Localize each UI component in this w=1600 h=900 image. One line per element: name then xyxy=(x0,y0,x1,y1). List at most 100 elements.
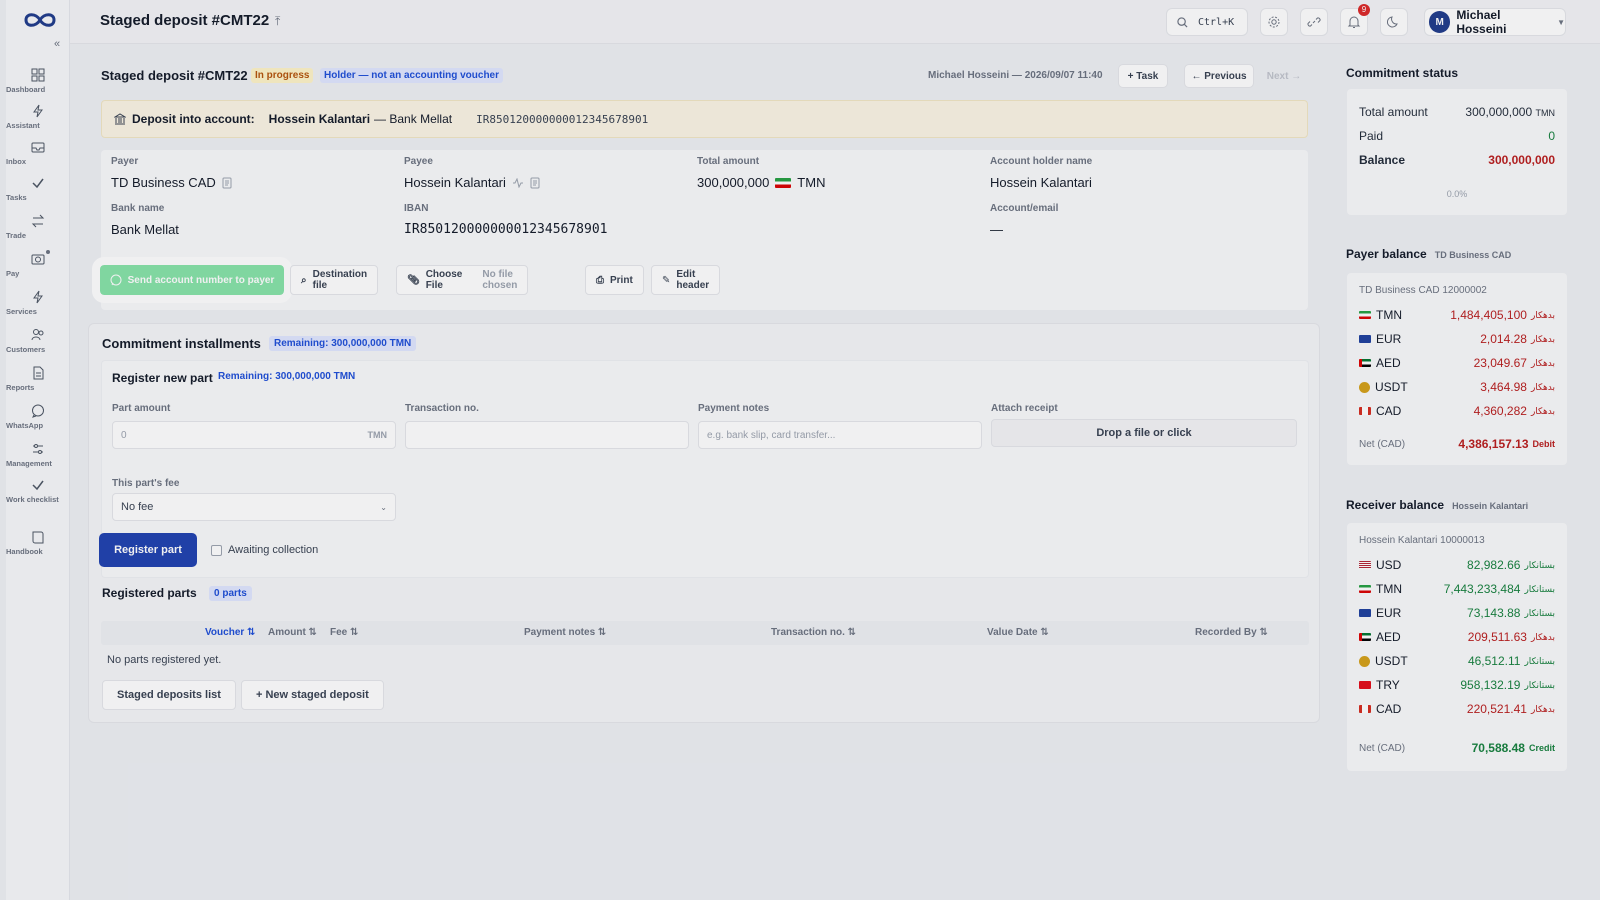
cad-flag-icon xyxy=(1359,407,1371,415)
theme-toggle-button[interactable] xyxy=(1380,8,1408,36)
balance-type: بدهکار xyxy=(1530,703,1555,714)
part-amount-input[interactable]: 0 TMN xyxy=(112,421,396,449)
balance-amount: 2,014.28 xyxy=(1480,332,1527,346)
nav-reports[interactable]: Reports xyxy=(6,366,70,392)
payer-balance-title: Payer balance TD Business CAD xyxy=(1346,247,1511,261)
net-value: 70,588.48 xyxy=(1471,741,1525,755)
col-amount[interactable]: Amount ⇅ xyxy=(268,627,317,638)
logo-icon[interactable] xyxy=(22,10,58,30)
activity-icon[interactable] xyxy=(512,177,524,188)
next-button[interactable]: Next → xyxy=(1260,64,1308,88)
nav-assistant[interactable]: Assistant xyxy=(6,104,70,130)
balance-row: AED 209,511.63 بدهکار xyxy=(1359,629,1555,645)
balance-type: بستانکار xyxy=(1524,583,1555,594)
edit-header-button[interactable]: ✎ Edit header xyxy=(651,265,721,295)
user-menu-button[interactable]: M Michael Hosseini ▼ xyxy=(1424,8,1566,36)
nav-label: Customers xyxy=(6,345,46,354)
new-staged-deposit-button[interactable]: + New staged deposit xyxy=(241,680,384,710)
status-badge: In progress xyxy=(251,68,314,83)
iban-label: IBAN xyxy=(404,203,429,214)
nav-tasks[interactable]: Tasks xyxy=(6,176,70,202)
nav-whatsapp[interactable]: WhatsApp xyxy=(6,404,70,430)
inbox-icon xyxy=(31,142,45,153)
total-unit: TMN xyxy=(1535,108,1556,118)
chevron-down-icon: ▼ xyxy=(1557,17,1565,27)
nav-label: Services xyxy=(6,307,37,316)
settings-button[interactable] xyxy=(1260,8,1288,36)
nav-label: Dashboard xyxy=(6,85,46,94)
balance-row: TMN 7,443,233,484 بستانکار xyxy=(1359,581,1555,597)
col-transaction-no[interactable]: Transaction no. ⇅ xyxy=(771,627,856,638)
parts-table-header: Voucher ⇅ Amount ⇅ Fee ⇅ Payment notes ⇅… xyxy=(101,621,1309,645)
nav-management[interactable]: Management xyxy=(6,442,70,468)
nav-dashboard[interactable]: Dashboard xyxy=(6,68,70,94)
check-icon xyxy=(32,178,44,189)
receipt-dropzone[interactable]: Drop a file or click xyxy=(991,419,1297,447)
paid-percent: 0.0% xyxy=(1446,189,1468,199)
commitment-status-title: Commitment status xyxy=(1346,66,1459,80)
copy-icon[interactable] xyxy=(530,177,541,189)
nav-label: Inbox xyxy=(6,157,26,166)
eur-flag-icon xyxy=(1359,335,1371,343)
register-part-button[interactable]: Register part xyxy=(99,533,197,567)
file-picker[interactable]: 📎︎ Choose File No file chosen xyxy=(396,265,529,295)
previous-button[interactable]: ← Previous xyxy=(1184,64,1254,88)
awaiting-collection-checkbox[interactable]: Awaiting collection xyxy=(211,544,318,556)
usd-flag-icon xyxy=(1359,561,1371,569)
nav-work-checklist[interactable]: Work checklist xyxy=(6,478,70,504)
nav-customers[interactable]: Customers xyxy=(6,328,70,354)
balance-row: USDT 46,512.11 بستانکار xyxy=(1359,653,1555,669)
col-fee[interactable]: Fee ⇅ xyxy=(330,627,358,638)
staged-deposits-list-button[interactable]: Staged deposits list xyxy=(102,680,236,710)
balance-row: EUR 73,143.88 بستانکار xyxy=(1359,605,1555,621)
col-payment-notes[interactable]: Payment notes ⇅ xyxy=(524,627,606,638)
nav-services[interactable]: Services xyxy=(6,290,70,316)
destination-label: Destination file xyxy=(312,269,368,291)
payment-notes-input[interactable]: e.g. bank slip, card transfer... xyxy=(698,421,982,449)
search-button[interactable]: Ctrl+K xyxy=(1166,8,1248,36)
transaction-no-input[interactable] xyxy=(405,421,689,449)
pin-icon[interactable]: ⤒ xyxy=(275,14,280,29)
add-task-button[interactable]: + Task xyxy=(1118,64,1168,88)
link-button[interactable] xyxy=(1300,8,1328,36)
part-amount-placeholder: 0 xyxy=(121,429,127,441)
send-account-number-button[interactable]: Send account number to payer xyxy=(92,257,292,303)
notifications-button[interactable]: 9 xyxy=(1340,4,1370,36)
print-button[interactable]: ⎙ Print xyxy=(585,265,644,295)
try-flag-icon xyxy=(1359,681,1371,689)
nav-handbook[interactable]: Handbook xyxy=(6,530,70,556)
balance-row: USD 82,982.66 بستانکار xyxy=(1359,557,1555,573)
balance-amount: 220,521.41 xyxy=(1466,702,1527,716)
deposit-account-name: Hossein Kalantari xyxy=(268,112,371,126)
nav-trade[interactable]: Trade xyxy=(6,214,70,240)
col-recorded-by[interactable]: Recorded By ⇅ xyxy=(1195,627,1268,638)
col-voucher[interactable]: Voucher ⇅ xyxy=(205,627,255,638)
file-icon xyxy=(33,366,44,380)
register-title: Register new part xyxy=(112,371,213,385)
no-file-label: No file chosen xyxy=(482,269,518,291)
balance-type: بستانکار xyxy=(1524,559,1555,570)
nav-pay[interactable]: Pay xyxy=(6,250,70,278)
part-amount-label: Part amount xyxy=(112,403,171,414)
checkbox[interactable] xyxy=(211,544,222,556)
iban-value: IR850120000000012345678901 xyxy=(404,222,608,237)
balance-row: TMN 1,484,405,100 بدهکار xyxy=(1359,307,1555,323)
nav-label: Reports xyxy=(6,383,35,392)
receiver-balance-panel: Hossein Kalantari 10000013 USD 82,982.66 ب… xyxy=(1346,522,1568,772)
currency-code: USDT xyxy=(1375,380,1408,394)
copy-icon[interactable] xyxy=(222,177,233,189)
collapse-sidebar-icon[interactable]: « xyxy=(54,38,60,50)
nav-inbox[interactable]: Inbox xyxy=(6,140,70,166)
col-value-date[interactable]: Value Date ⇅ xyxy=(987,627,1049,638)
search-icon xyxy=(1177,16,1188,28)
balance-type: بدهکار xyxy=(1530,357,1555,368)
balance-type: بستانکار xyxy=(1524,655,1555,666)
holder-badge: Holder — not an accounting voucher xyxy=(320,68,504,83)
destination-file-button[interactable]: ⌕ Destination file xyxy=(290,265,379,295)
fee-select[interactable]: No fee ⌄ xyxy=(112,493,396,521)
paperclip-icon: 📎︎ xyxy=(407,274,420,286)
balance-amount: 82,982.66 xyxy=(1467,558,1521,572)
edit-header-label: Edit header xyxy=(676,269,710,291)
payment-notes-placeholder: e.g. bank slip, card transfer... xyxy=(707,429,836,441)
notification-badge: 9 xyxy=(1358,4,1370,16)
